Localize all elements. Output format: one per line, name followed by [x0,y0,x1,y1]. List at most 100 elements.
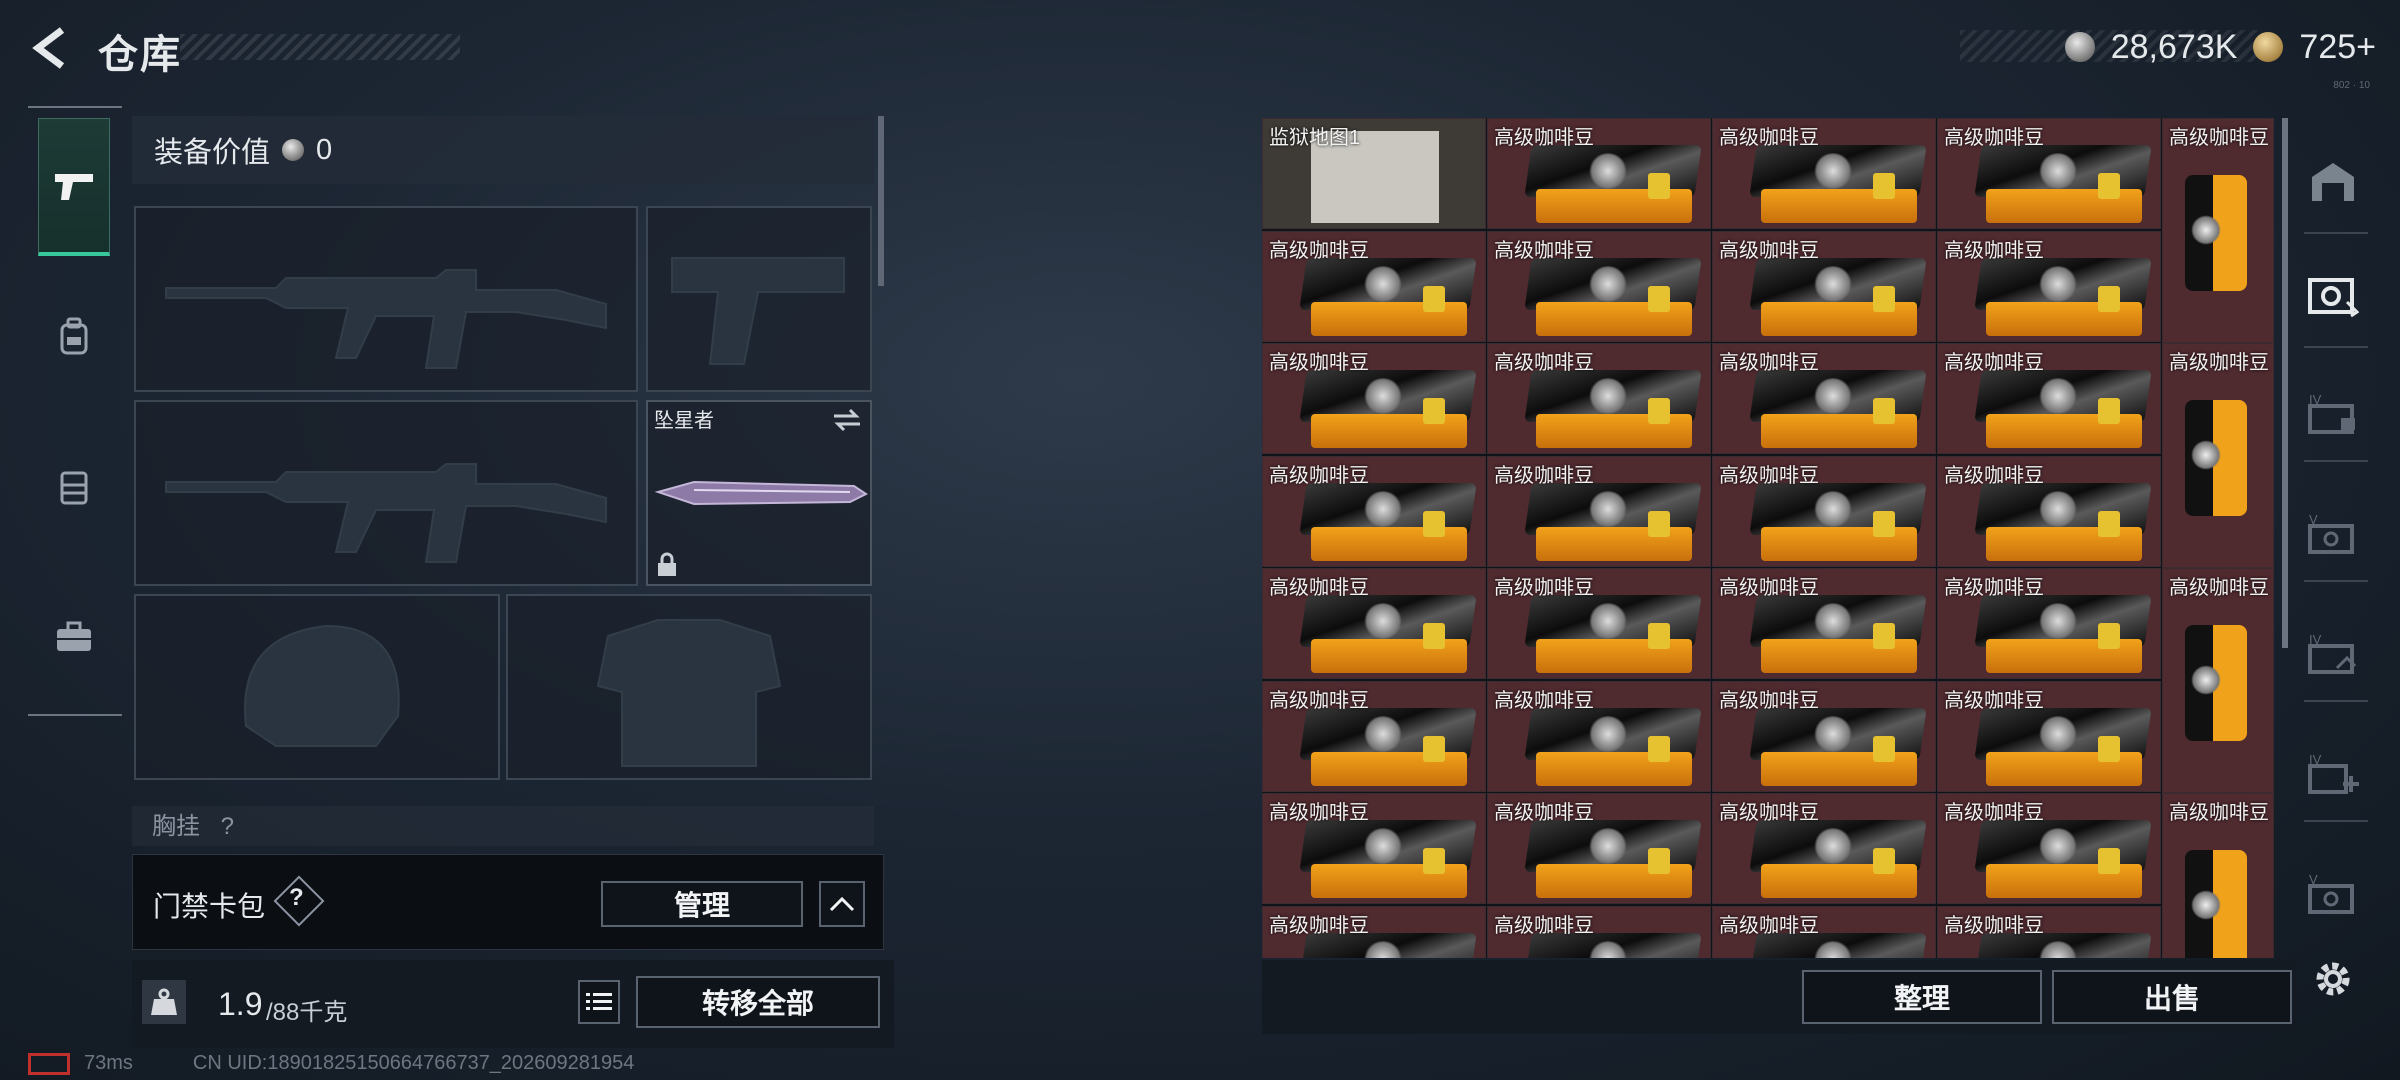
coffee-item-cell[interactable]: 高级咖啡豆 [1487,905,1711,958]
coffee-item-cell[interactable]: 高级咖啡豆 [1712,343,1936,454]
add-storage-icon: IV [2308,752,2359,794]
equipment-scrollbar[interactable] [878,116,884,286]
coffee-bag-image [1299,257,1477,340]
coffee-item-cell[interactable]: 高级咖啡豆 [1262,568,1486,679]
back-button[interactable] [28,24,76,72]
coffee-item-cell[interactable]: 高级咖啡豆 [1937,793,2161,904]
coffee-bag-image [1524,707,1702,790]
tab-storage-add[interactable]: IV [2298,740,2368,810]
coffee-item-cell[interactable]: 高级咖啡豆 [1937,343,2161,454]
pistol-icon [55,173,93,200]
tab-weapons[interactable] [38,118,110,256]
tab-case[interactable] [38,568,110,706]
coffee-item-cell[interactable]: 高级咖啡豆 [1487,455,1711,567]
chest-rig-row[interactable]: 胸挂 ? [132,806,874,846]
coffee-item-cell[interactable]: 高级咖啡豆 [1937,230,2161,342]
coffee-item-cell[interactable]: 高级咖啡豆 [1712,793,1936,904]
keycard-label: 门禁卡包 [153,891,266,922]
svg-text:IV: IV [2309,392,2322,407]
equipment-panel: 装备价值 0 坠星者 胸挂 ? 门禁卡包 ? 管理 1.9 /88千克 转移全部 [132,116,894,1048]
coffee-bag-image [1974,370,2152,452]
locked-storage-icon: V [2308,872,2354,914]
transfer-all-button[interactable]: 转移全部 [636,976,880,1028]
primary-weapon-slot[interactable] [134,206,638,392]
swap-icon[interactable] [832,408,862,432]
coffee-bag-image [1749,482,1927,565]
svg-text:V: V [2309,872,2318,887]
list-view-button[interactable] [578,980,620,1024]
item-label: 高级咖啡豆 [1269,352,1369,374]
coffee-item-cell[interactable]: 高级咖啡豆 [1712,455,1936,567]
tab-storage-6-locked[interactable]: IV [2298,620,2368,690]
coffee-item-cell-tall[interactable]: 高级咖啡豆 [2162,343,2274,568]
coffee-item-cell[interactable]: 高级咖啡豆 [1937,118,2161,229]
tab-storage-1[interactable] [2298,260,2368,330]
tab-storage-7-locked[interactable]: V [2298,860,2368,930]
item-label: 高级咖啡豆 [1494,352,1594,374]
item-label: 高级咖啡豆 [1494,127,1594,149]
gold-amount[interactable]: 725+ [2299,28,2376,67]
coffee-item-cell[interactable]: 高级咖啡豆 [1262,343,1486,454]
coffee-item-cell[interactable]: 高级咖啡豆 [1262,680,1486,792]
item-label: 高级咖啡豆 [1269,689,1369,712]
coffee-item-cell[interactable]: 高级咖啡豆 [1937,455,2161,567]
coffee-item-cell[interactable]: 高级咖啡豆 [1487,568,1711,679]
coffee-bag-image [1299,370,1477,452]
silver-coin-icon [2064,32,2095,62]
sell-button[interactable]: 出售 [2052,970,2292,1024]
item-label: 高级咖啡豆 [1719,802,1819,824]
rifle-silhouette-icon [165,463,607,563]
coffee-item-cell[interactable]: 高级咖啡豆 [1487,118,1711,229]
coffee-item-cell-tall[interactable]: 高级咖啡豆 [2162,568,2274,793]
coffee-item-cell[interactable]: 高级咖啡豆 [1712,230,1936,342]
coffee-item-cell[interactable]: 高级咖啡豆 [1712,118,1936,229]
tab-storage-4-locked[interactable]: IV [2298,380,2368,450]
inventory-scrollbar[interactable] [2282,118,2288,648]
tab-storage-5-locked[interactable]: V [2298,500,2368,570]
coffee-item-cell[interactable]: 高级咖啡豆 [1937,680,2161,792]
item-label: 高级咖啡豆 [1494,914,1594,937]
coffee-bag-image [1299,707,1477,790]
melee-slot[interactable]: 坠星者 [646,400,872,586]
coffee-item-cell[interactable]: 高级咖啡豆 [1487,680,1711,792]
armor-slot[interactable] [506,594,872,780]
coffee-bag-image [1974,145,2152,227]
coffee-item-cell[interactable]: 高级咖啡豆 [1487,230,1711,342]
coffee-item-cell[interactable]: 高级咖啡豆 [1487,343,1711,454]
coffee-item-cell[interactable]: 高级咖啡豆 [1262,230,1486,342]
coffee-item-cell-tall[interactable]: 高级咖啡豆 [2162,118,2274,343]
coffee-bag-image [1524,482,1702,565]
uid: CN UID:18901825150664766737_202609281954 [192,1052,635,1074]
coffee-bag-image [1524,820,1702,902]
map-item-cell[interactable]: 监狱地图1 [1262,118,1486,229]
tab-vest[interactable] [38,418,110,556]
item-label: 高级咖啡豆 [2169,127,2269,149]
coffee-item-cell[interactable]: 高级咖啡豆 [1937,905,2161,958]
secondary-weapon-slot[interactable] [134,400,638,586]
helmet-silhouette-icon [244,624,400,747]
coffee-item-cell[interactable]: 高级咖啡豆 [1937,568,2161,679]
item-label: 高级咖啡豆 [1494,802,1594,824]
armor-silhouette-icon [596,619,782,767]
tab-stash[interactable] [2298,146,2368,216]
sidearm-slot[interactable] [646,206,872,392]
coffee-item-cell[interactable]: 高级咖啡豆 [1262,905,1486,958]
helmet-slot[interactable] [134,594,500,780]
coffee-item-cell[interactable]: 高级咖啡豆 [1487,793,1711,904]
settings-button[interactable] [2298,944,2368,1014]
capacity-bar: 1.9 /88千克 转移全部 [132,960,894,1048]
coffee-item-cell[interactable]: 高级咖啡豆 [1712,568,1936,679]
tab-backpack[interactable] [38,268,110,406]
coffee-item-cell[interactable]: 高级咖啡豆 [1262,455,1486,567]
coffee-bag-image [2185,175,2247,291]
coffee-item-cell[interactable]: 高级咖啡豆 [1712,905,1936,958]
manage-button[interactable]: 管理 [601,881,803,927]
collapse-button[interactable] [819,881,865,927]
coffee-bag-image [1749,595,1927,677]
svg-text:IV: IV [2309,752,2322,767]
sort-button[interactable]: 整理 [1802,970,2042,1024]
coffee-item-cell-tall[interactable]: 高级咖啡豆 [2162,793,2274,958]
coffee-item-cell[interactable]: 高级咖啡豆 [1712,680,1936,792]
locked-storage-icon: IV [2308,632,2357,674]
coffee-item-cell[interactable]: 高级咖啡豆 [1262,793,1486,904]
